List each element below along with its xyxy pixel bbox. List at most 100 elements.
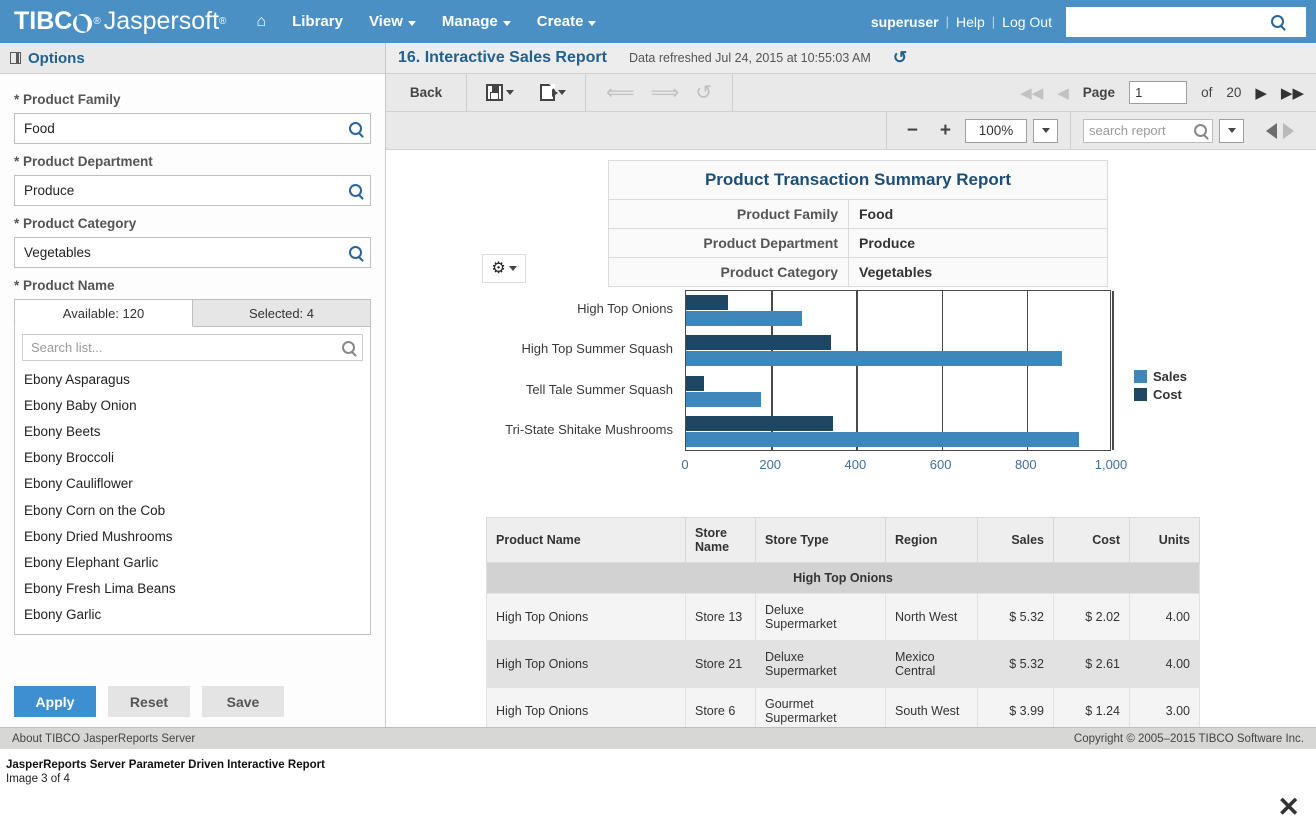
reset-button[interactable]: Reset [108,686,190,717]
nav-view[interactable]: View [369,13,416,30]
search-icon[interactable] [1271,15,1284,28]
list-item[interactable]: Ebony Dried Mushrooms [22,523,363,549]
table-row[interactable]: High Top Onions Store 6 Gourmet Supermar… [486,687,1200,727]
zoom-out-button[interactable]: − [899,120,926,142]
report-toolbar-primary: Back ⟸ ⟹ ↺ ◀◀ ◀ Page 1 of 20 ▶ ▶▶ [386,73,1316,112]
export-report-button[interactable] [533,84,573,101]
chevron-down-icon [508,266,517,271]
tibco-jaspersoft-logo[interactable]: TIBC ® Jaspersoft ® [0,7,226,36]
col-sales[interactable]: Sales [977,517,1054,563]
summary-title-row: Product Transaction Summary Report [608,160,1108,200]
product-name-tabs: Available: 120 Selected: 4 [14,299,371,327]
chart-bar-cost[interactable] [686,375,704,391]
chart-bar-sales[interactable] [686,391,761,407]
nav-manage[interactable]: Manage [442,13,511,30]
list-item[interactable]: Ebony Beets [22,418,363,444]
zoom-in-button[interactable]: + [932,120,959,142]
zoom-dropdown-button[interactable] [1033,118,1058,143]
nav-view-label: View [368,13,403,30]
search-previous-icon[interactable] [1266,122,1277,139]
list-item[interactable]: Ebony Baby Onion [22,392,363,418]
chart-bar-sales[interactable] [686,311,802,327]
chart-bar-cost[interactable] [686,295,729,311]
search-next-icon[interactable] [1283,122,1294,139]
list-item[interactable]: Ebony Asparagus [22,366,363,392]
search-icon[interactable] [349,184,362,197]
legend-item[interactable]: Cost [1134,387,1187,402]
list-item[interactable]: Ebony Cauliflower [22,471,363,497]
col-units[interactable]: Units [1129,517,1200,563]
product-name-list: Ebony Asparagus Ebony Baby Onion Ebony B… [22,366,363,628]
zoom-level-value[interactable]: 100% [965,118,1027,143]
options-panel: Options * Product Family Food * Product … [0,43,386,727]
global-search[interactable] [1066,6,1306,37]
col-product-name[interactable]: Product Name [486,517,686,563]
search-icon[interactable] [342,341,355,354]
nav-library[interactable]: Library [292,13,343,30]
table-header-row: Product Name Store Name Store Type Regio… [486,517,1200,563]
table-row[interactable]: High Top Onions Store 21 Deluxe Supermar… [486,640,1200,688]
list-item[interactable]: Ebony Fresh Lima Beans [22,576,363,602]
product-department-input[interactable]: Produce [14,175,371,206]
chart-bar-sales[interactable] [686,431,1079,447]
chart-x-tick-label: 0 [681,457,689,472]
chart-bar-sales[interactable] [686,351,1062,367]
page-footer: About TIBCO JasperReports Server Copyrig… [0,727,1316,749]
chart-x-tick-label: 800 [1014,457,1037,472]
close-icon[interactable]: ✕ [1277,794,1300,821]
global-search-input[interactable] [1066,7,1271,36]
search-icon[interactable] [1194,124,1207,137]
table-row[interactable]: High Top Onions Store 13 Deluxe Supermar… [486,593,1200,641]
report-title: 16. Interactive Sales Report [398,49,607,66]
product-category-input[interactable]: Vegetables [14,237,371,268]
undo-arrow-icon[interactable]: ⟸ [598,80,643,105]
save-report-button[interactable] [479,84,521,101]
cell-cost: $ 2.61 [1053,640,1130,688]
next-page-icon[interactable]: ▶ [1255,84,1267,102]
revert-icon[interactable]: ↺ [687,80,720,105]
page-number-input[interactable]: 1 [1129,81,1188,104]
redo-arrow-icon[interactable]: ⟹ [643,80,688,105]
first-page-icon[interactable]: ◀◀ [1020,84,1043,102]
chart-bar-cost[interactable] [686,335,831,351]
cell-product-name: High Top Onions [486,640,686,688]
col-region[interactable]: Region [885,517,978,563]
group-header-label: High Top Onions [486,562,1200,594]
report-toolbar-secondary: − + 100% search report [386,111,1316,150]
about-link[interactable]: About TIBCO JasperReports Server [12,733,195,745]
options-panel-header[interactable]: Options [0,43,385,74]
apply-button[interactable]: Apply [14,686,96,717]
top-navigation-bar: TIBC ® Jaspersoft ® ⌂ Library View Manage … [0,0,1316,43]
last-page-icon[interactable]: ▶▶ [1281,84,1304,102]
panel-collapse-icon[interactable] [10,52,21,64]
tab-available[interactable]: Available: 120 [14,299,193,327]
col-store-type[interactable]: Store Type [755,517,886,563]
list-item[interactable]: Ebony Broccoli [22,445,363,471]
chart-bar-cost[interactable] [686,415,833,431]
table-head: Product Name Store Name Store Type Regio… [486,517,1200,563]
col-cost[interactable]: Cost [1053,517,1130,563]
list-item[interactable]: Ebony Corn on the Cob [22,497,363,523]
nav-create[interactable]: Create [537,13,597,30]
cell-region: South West [885,687,978,727]
search-options-dropdown[interactable] [1219,118,1244,143]
legend-item[interactable]: Sales [1134,369,1187,384]
refresh-icon[interactable]: ↺ [893,48,907,68]
summary-title: Product Transaction Summary Report [608,160,1108,200]
logout-link[interactable]: Log Out [1002,14,1052,30]
product-family-input[interactable]: Food [14,113,371,144]
tab-selected[interactable]: Selected: 4 [193,299,371,327]
nav-home[interactable]: ⌂ [256,13,266,31]
search-icon[interactable] [349,122,362,135]
list-item[interactable]: Ebony Garlic [22,602,363,628]
save-button[interactable]: Save [202,686,284,717]
previous-page-icon[interactable]: ◀ [1057,84,1069,102]
report-search-input[interactable]: search report [1083,118,1213,143]
list-item[interactable]: Ebony Elephant Garlic [22,549,363,575]
search-icon[interactable] [349,246,362,259]
col-store-name[interactable]: Store Name [685,517,756,563]
help-link[interactable]: Help [956,14,985,30]
chart-settings-button[interactable]: ⚙ [482,254,526,283]
list-search-field[interactable]: Search list... [22,334,363,361]
back-button[interactable]: Back [386,74,466,112]
